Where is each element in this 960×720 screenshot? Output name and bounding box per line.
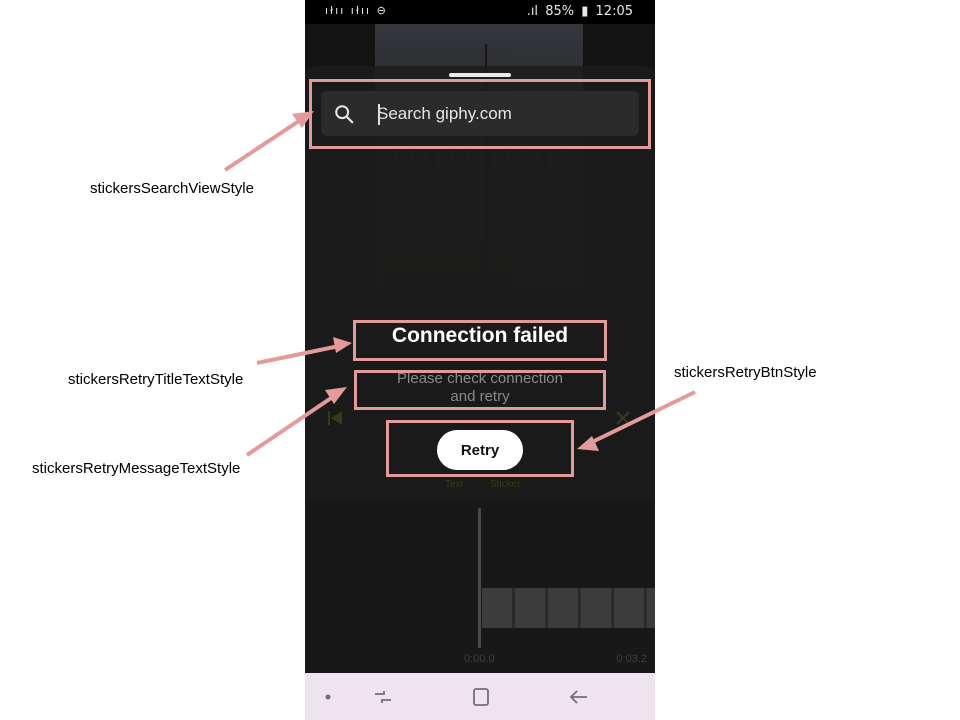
clock: 12:05 <box>595 4 633 19</box>
label-retry-message-style: stickersRetryMessageTextStyle <box>32 460 241 477</box>
timeline-end-time: 0:03.2 <box>616 653 647 665</box>
dot-icon[interactable] <box>315 684 341 710</box>
status-bar: ıłıı ıłıı ⊖ .ıl 85% ▮ 12:05 <box>305 0 655 24</box>
home-icon[interactable] <box>468 684 494 710</box>
label-retry-button-style: stickersRetryBtnStyle <box>674 364 817 381</box>
drag-handle[interactable] <box>449 73 511 77</box>
playhead[interactable] <box>478 508 481 648</box>
notification-icon: ıłıı <box>325 4 346 17</box>
navigation-bar <box>305 673 655 720</box>
retry-message-line: and retry <box>450 388 510 405</box>
notification-icon: ıłıı <box>350 4 372 17</box>
arrow-search-view <box>223 113 310 172</box>
signal-icon: .ıl <box>526 4 539 19</box>
recent-apps-icon[interactable] <box>370 684 396 710</box>
sticker-search-view[interactable] <box>321 91 639 136</box>
frame-strip[interactable] <box>482 588 655 628</box>
do-not-disturb-icon: ⊖ <box>376 4 388 17</box>
text-tool-label: Text <box>445 479 464 490</box>
retry-button[interactable]: Retry <box>437 430 523 470</box>
search-input[interactable] <box>377 91 627 136</box>
timeline-start-time: 0:00.0 <box>464 653 495 665</box>
skip-back-icon <box>328 411 342 425</box>
video-timeline: 0:00.0 0:03.2 <box>305 500 655 673</box>
battery-percent: 85% <box>545 4 575 19</box>
search-icon <box>335 105 354 124</box>
retry-title: Connection failed <box>391 324 569 347</box>
status-indicators: .ıl 85% ▮ 12:05 <box>524 4 633 19</box>
retry-message-line: Please check connection <box>397 370 563 387</box>
close-icon <box>616 411 630 425</box>
label-retry-title-style: stickersRetryTitleTextStyle <box>68 371 244 388</box>
back-icon[interactable] <box>566 684 592 710</box>
sticker-tool-label: Sticker <box>490 479 521 490</box>
label-search-view-style: stickersSearchViewStyle <box>90 180 254 197</box>
text-caret <box>378 104 380 125</box>
retry-message: Please check connection and retry <box>355 370 605 406</box>
battery-icon: ▮ <box>581 4 589 19</box>
phone-screen: ıłıı ıłıı ⊖ .ıl 85% ▮ 12:05 Text Sticker <box>305 0 655 720</box>
notification-icons: ıłıı ıłıı ⊖ <box>325 4 388 17</box>
